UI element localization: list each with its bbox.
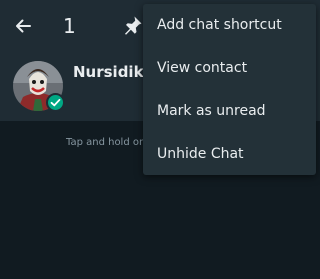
- selected-count: 1: [63, 14, 76, 38]
- menu-item-view-contact[interactable]: View contact: [143, 47, 316, 89]
- check-icon: [46, 93, 65, 112]
- menu-item-add-chat-shortcut[interactable]: Add chat shortcut: [143, 4, 316, 46]
- menu-item-label: Add chat shortcut: [157, 17, 282, 33]
- menu-item-label: Mark as unread: [157, 103, 266, 119]
- pin-icon[interactable]: [122, 14, 144, 36]
- hint-text: Tap and hold on: [66, 137, 146, 148]
- menu-item-unhide-chat[interactable]: Unhide Chat: [143, 133, 316, 175]
- menu-item-label: View contact: [157, 60, 248, 76]
- menu-item-mark-as-unread[interactable]: Mark as unread: [143, 90, 316, 132]
- arrow-left-icon[interactable]: [10, 13, 36, 39]
- contact-name: Nursidik: [73, 63, 144, 81]
- menu-item-label: Unhide Chat: [157, 146, 244, 162]
- overflow-menu: Add chat shortcut View contact Mark as u…: [143, 4, 316, 175]
